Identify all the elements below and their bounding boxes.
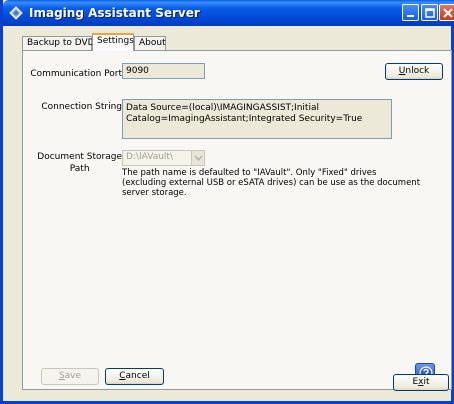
maximize-button[interactable] [421, 4, 438, 21]
chevron-down-icon [191, 151, 204, 165]
tab-settings[interactable]: Settings [92, 33, 134, 51]
save-label: ave [64, 371, 82, 381]
communication-port-label: Communication Port [30, 69, 122, 79]
settings-panel: Communication Port 9090 Unlock Connectio… [22, 50, 452, 390]
app-window: Imaging Assistant Server Backup to DVD S… [0, 0, 454, 404]
connection-string-label: Connection String [41, 102, 122, 112]
exit-button[interactable]: Exit [393, 374, 449, 391]
app-icon [9, 6, 24, 20]
window-title: Imaging Assistant Server [29, 6, 200, 20]
title-bar[interactable]: Imaging Assistant Server [3, 0, 454, 26]
storage-path-label-line2: Path [69, 164, 90, 174]
close-button[interactable] [439, 4, 454, 21]
save-button: Save [41, 368, 99, 385]
client-area: Backup to DVD Settings About Communicati… [6, 26, 454, 401]
tab-about[interactable]: About [134, 36, 166, 51]
storage-path-value: D:\IAVault\ [126, 152, 173, 162]
tab-backup-to-dvd[interactable]: Backup to DVD [22, 36, 95, 51]
exit-label: it [423, 377, 430, 387]
unlock-button[interactable]: Unlock [385, 63, 443, 80]
storage-path-label-line1: Document Storage [37, 152, 122, 162]
cancel-button[interactable]: Cancel [105, 368, 164, 385]
storage-path-select: D:\IAVault\ [122, 150, 205, 166]
storage-path-label: Document Storage Path [37, 151, 122, 175]
maximize-icon [425, 8, 435, 18]
minimize-button[interactable] [402, 4, 419, 21]
unlock-label: nlock [405, 66, 430, 76]
cancel-label: ancel [125, 371, 150, 381]
storage-path-note: The path name is defaulted to "IAVault".… [122, 168, 421, 198]
minimize-icon [407, 15, 414, 17]
close-icon [443, 8, 453, 18]
communication-port-field[interactable]: 9090 [122, 63, 205, 79]
connection-string-field[interactable]: Data Source=(local)\IMAGINGASSIST;Initia… [122, 99, 392, 139]
